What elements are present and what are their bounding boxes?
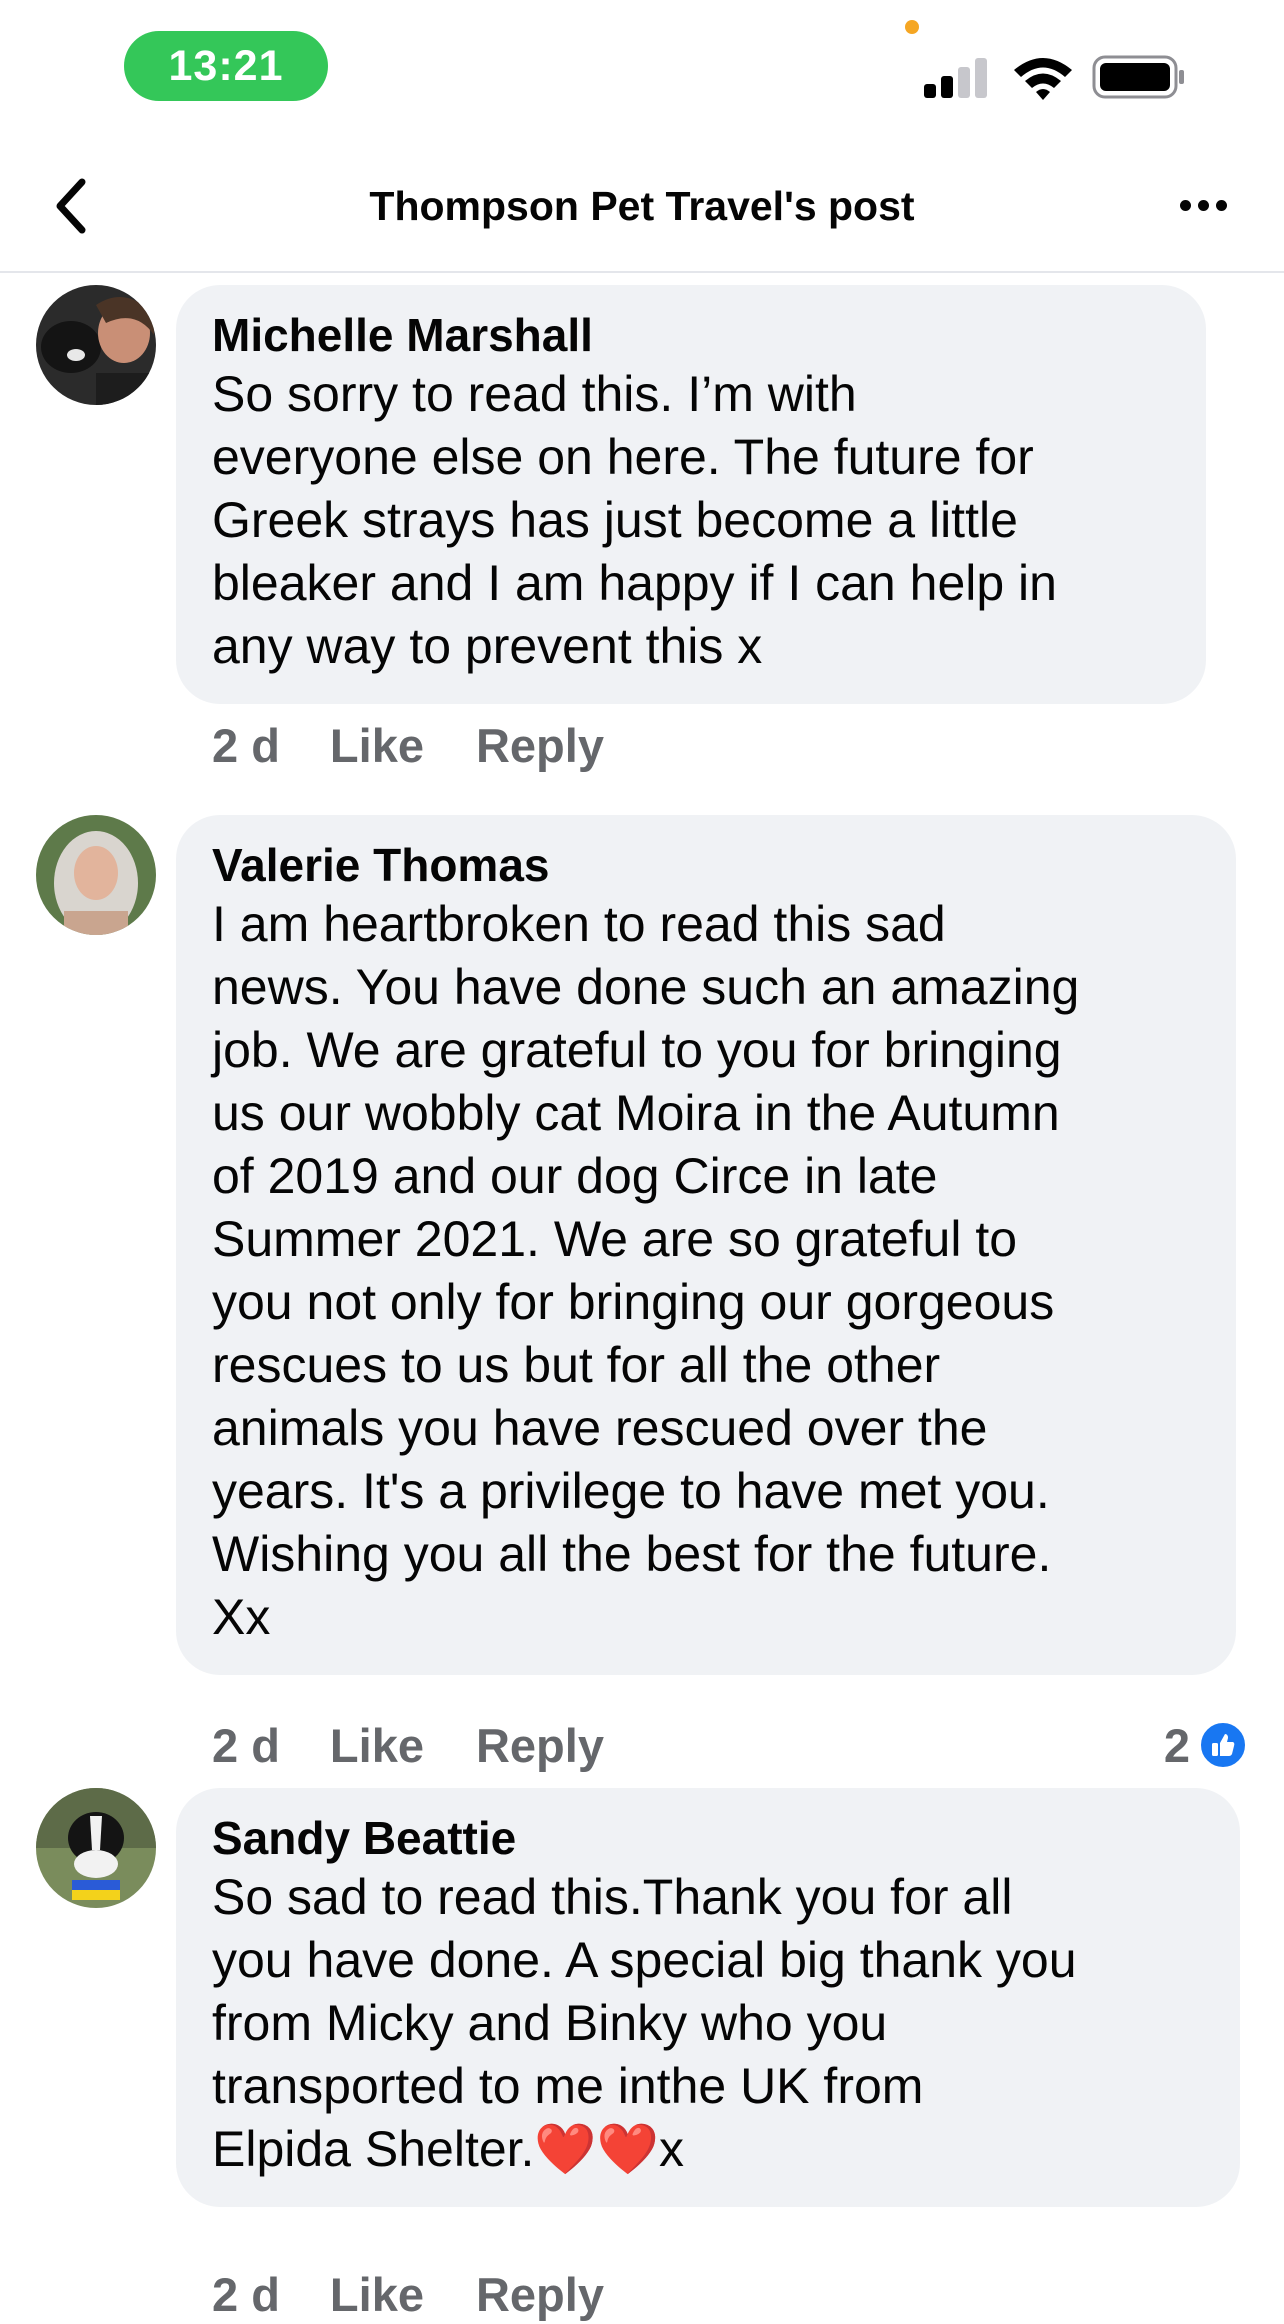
comment-text: So sorry to read this. I’m with everyone… (212, 366, 1057, 674)
comment-actions: 2 d Like Reply (212, 2264, 604, 2324)
comment-timestamp: 2 d (212, 2267, 280, 2321)
comment-bubble: Michelle Marshall So sorry to read this.… (176, 285, 1206, 704)
status-bar: 13:21 (0, 0, 1284, 140)
avatar[interactable] (36, 1788, 156, 1908)
battery-icon (1092, 55, 1184, 99)
back-chevron-icon[interactable] (48, 176, 98, 236)
avatar[interactable] (36, 285, 156, 405)
reply-button[interactable]: Reply (476, 2267, 604, 2322)
cellular-signal-icon (922, 56, 992, 98)
page-title: Thompson Pet Travel's post (369, 183, 915, 229)
like-button[interactable]: Like (330, 718, 424, 773)
reply-button[interactable]: Reply (476, 1718, 604, 1773)
more-options-icon[interactable] (1180, 190, 1250, 220)
comment-text: I am heartbroken to read this sad news. … (212, 896, 1080, 1645)
comment-actions: 2 d Like Reply (212, 715, 604, 775)
reaction-summary[interactable]: 2 (1164, 1715, 1248, 1775)
comment-text: So sad to read this.Thank you for all yo… (212, 1869, 1077, 2177)
comment-timestamp: 2 d (212, 718, 280, 772)
comment-bubble: Valerie Thomas I am heartbroken to read … (176, 815, 1236, 1675)
status-time: 13:21 (124, 31, 328, 101)
comment-author[interactable]: Sandy Beattie (212, 1810, 1204, 1866)
like-button[interactable]: Like (330, 2267, 424, 2322)
mic-indicator-icon (905, 20, 919, 34)
comment-actions: 2 d Like Reply (212, 1715, 604, 1775)
nav-bar: Thompson Pet Travel's post (0, 140, 1284, 273)
reply-button[interactable]: Reply (476, 718, 604, 773)
comment-bubble: Sandy Beattie So sad to read this.Thank … (176, 1788, 1240, 2207)
comment-author[interactable]: Michelle Marshall (212, 307, 1170, 363)
comment-author[interactable]: Valerie Thomas (212, 837, 1200, 893)
thumbs-up-icon (1198, 1720, 1248, 1770)
wifi-icon (1014, 58, 1072, 100)
like-button[interactable]: Like (330, 1718, 424, 1773)
reaction-count: 2 (1163, 1718, 1190, 1772)
comment-timestamp: 2 d (212, 1718, 280, 1772)
avatar[interactable] (36, 815, 156, 935)
